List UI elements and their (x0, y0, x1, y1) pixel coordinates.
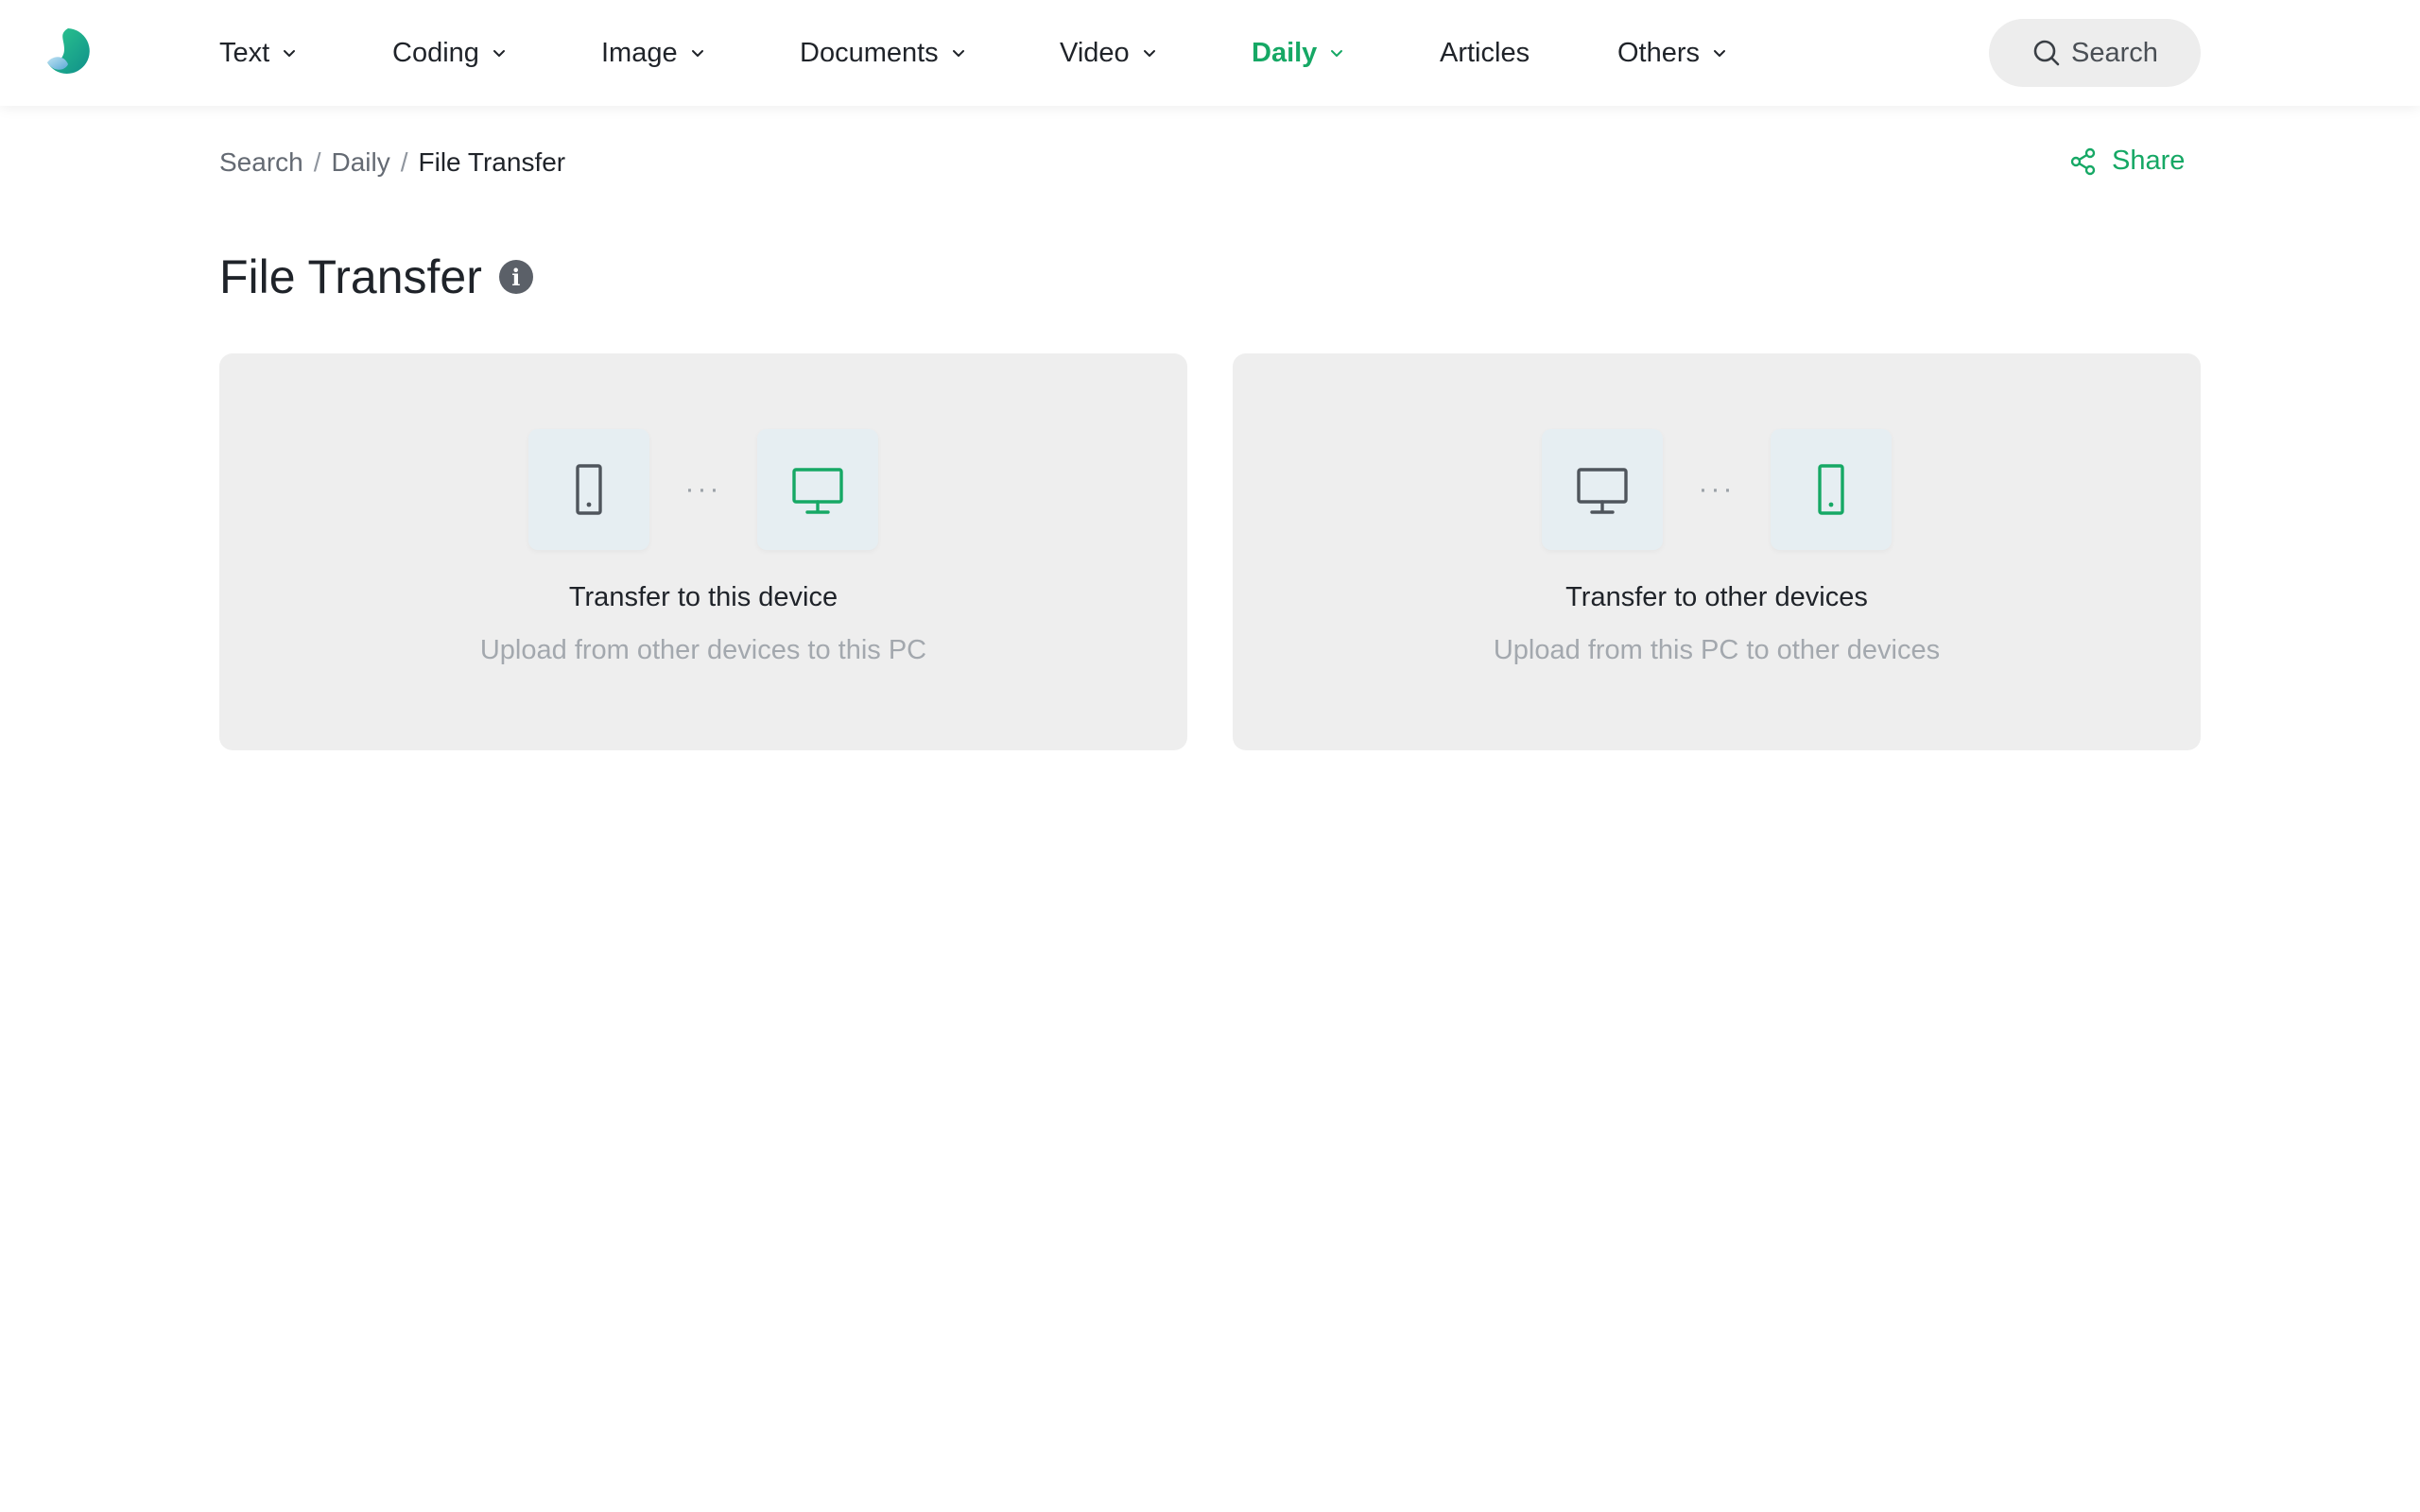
info-icon[interactable]: i (498, 260, 533, 294)
transfer-to-this-device-card[interactable]: ··· Transfer to this device Upload from … (219, 353, 1187, 750)
source-device-box (1542, 429, 1663, 550)
share-button[interactable]: Share (2068, 146, 2185, 177)
nav-item-documents[interactable]: Documents (800, 0, 1060, 106)
card-title: Transfer to other devices (1565, 582, 1868, 612)
transfer-dots: ··· (1698, 473, 1736, 505)
desktop-icon (792, 468, 843, 514)
source-device-box (528, 429, 649, 550)
search-icon (2033, 40, 2060, 66)
chevron-down-icon (284, 50, 296, 57)
chevron-down-icon (952, 50, 964, 57)
breadcrumb-link-search[interactable]: Search (219, 147, 303, 178)
transfer-to-other-devices-card[interactable]: ··· Transfer to other devices Upload fro… (1233, 353, 2201, 750)
breadcrumb-separator: / (400, 147, 408, 177)
main-nav: Text Coding Image Documents Video Daily … (219, 0, 1740, 106)
chevron-down-icon (1331, 50, 1343, 57)
desktop-icon (1577, 468, 1628, 514)
card-subtitle: Upload from this PC to other devices (1493, 635, 1941, 665)
search-button[interactable]: Search (1989, 19, 2201, 87)
nav-item-coding[interactable]: Coding (392, 0, 601, 106)
card-subtitle: Upload from other devices to this PC (479, 635, 927, 665)
share-label: Share (2112, 146, 2186, 176)
mobile-icon (1818, 464, 1844, 515)
top-navigation-bar: Text Coding Image Documents Video Daily … (0, 0, 2420, 106)
nav-item-others[interactable]: Others (1617, 0, 1740, 106)
breadcrumb-current: File Transfer (418, 147, 566, 177)
chevron-down-icon (1143, 50, 1155, 57)
page-title: File Transfer (219, 250, 482, 303)
card-title: Transfer to this device (568, 582, 838, 612)
breadcrumb-separator: / (313, 147, 321, 177)
nav-item-video[interactable]: Video (1060, 0, 1252, 106)
nav-item-image[interactable]: Image (601, 0, 800, 106)
chevron-down-icon (1714, 50, 1726, 57)
mobile-icon (576, 464, 602, 515)
page-title-row: File Transfer i (219, 249, 533, 304)
breadcrumb: Search / Daily / File Transfer (219, 147, 565, 178)
search-label: Search (2071, 37, 2158, 68)
breadcrumb-link-daily[interactable]: Daily (332, 147, 390, 178)
target-device-box (757, 429, 878, 550)
nav-item-daily[interactable]: Daily (1252, 0, 1440, 106)
nav-item-articles[interactable]: Articles (1440, 0, 1617, 106)
target-device-box (1771, 429, 1892, 550)
chevron-down-icon (691, 50, 703, 57)
chevron-down-icon (493, 50, 505, 57)
share-icon (2070, 147, 2096, 175)
site-logo[interactable] (43, 26, 93, 76)
nav-item-text[interactable]: Text (219, 0, 392, 106)
transfer-dots: ··· (684, 473, 722, 505)
